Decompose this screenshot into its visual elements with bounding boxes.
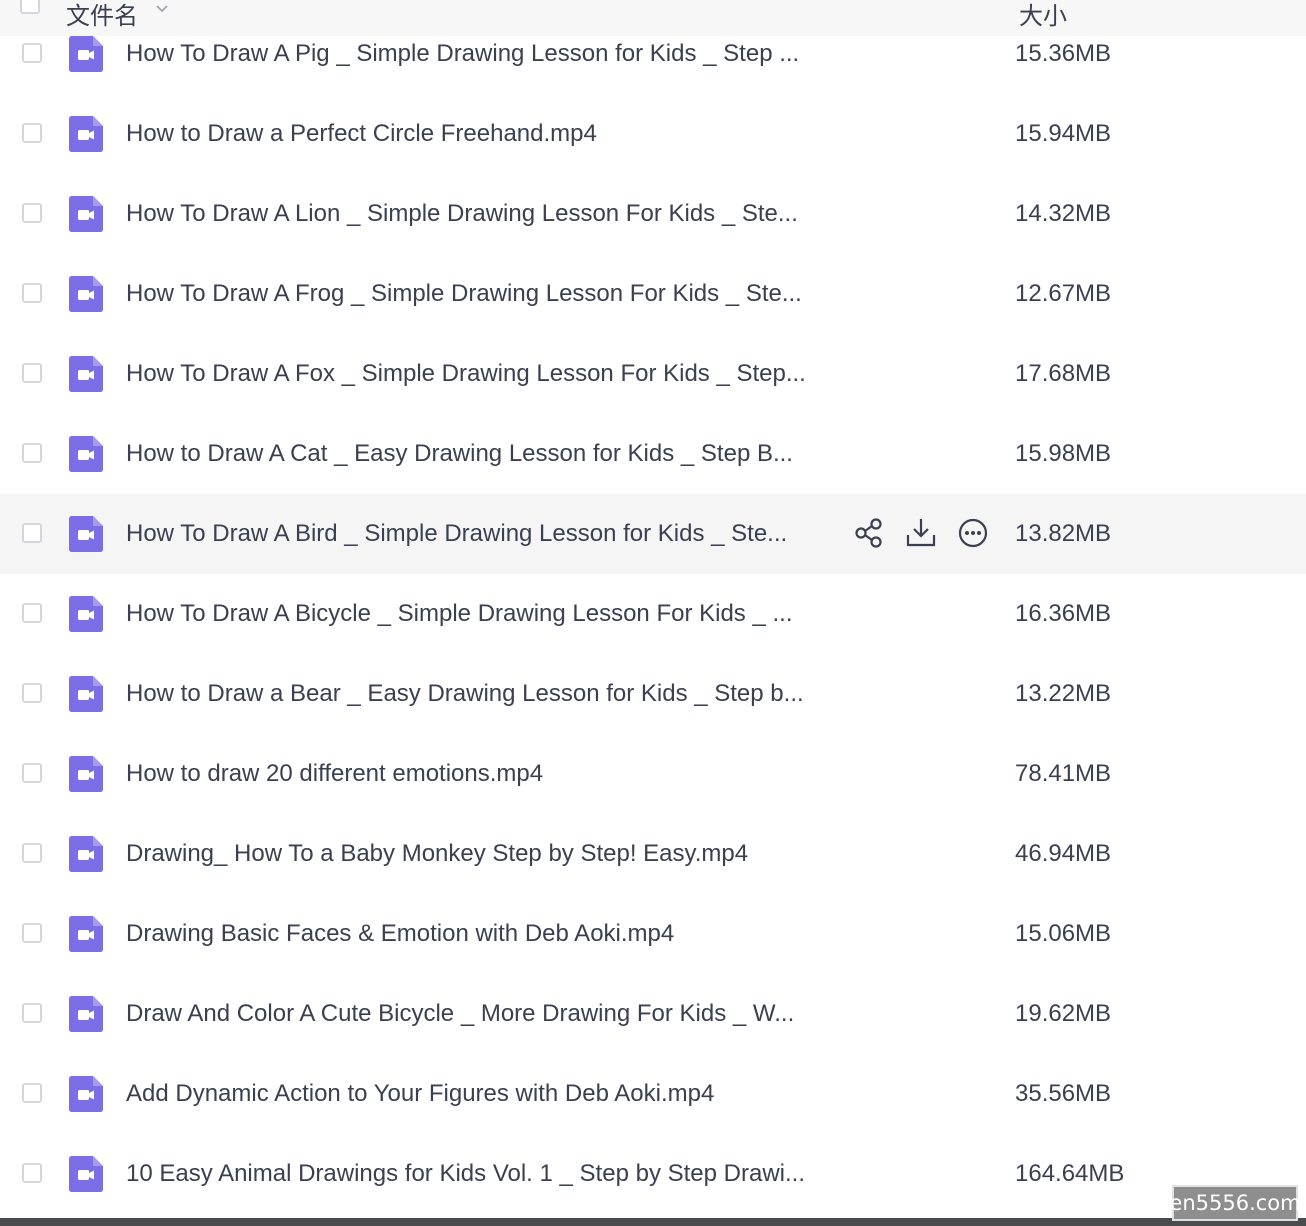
row-checkbox[interactable] <box>22 443 42 463</box>
file-size: 35.56MB <box>1015 1080 1112 1107</box>
file-size: 16.36MB <box>1015 600 1112 627</box>
row-checkbox[interactable] <box>22 43 42 63</box>
file-size: 19.62MB <box>1015 1000 1112 1027</box>
file-size: 13.22MB <box>1015 680 1112 707</box>
row-checkbox[interactable] <box>22 683 42 703</box>
file-row[interactable]: How To Draw A Pig _ Simple Drawing Lesso… <box>0 14 1306 94</box>
file-row[interactable]: Drawing Basic Faces & Emotion with Deb A… <box>0 894 1306 974</box>
chevron-down-icon[interactable] <box>156 2 168 14</box>
video-file-icon <box>69 196 103 232</box>
video-file-icon <box>69 596 103 632</box>
file-name[interactable]: Drawing_ How To a Baby Monkey Step by St… <box>126 839 748 869</box>
file-name[interactable]: How To Draw A Bicycle _ Simple Drawing L… <box>126 599 793 629</box>
more-icon[interactable] <box>956 516 990 550</box>
row-checkbox[interactable] <box>22 203 42 223</box>
file-row[interactable]: How to draw 20 different emotions.mp4 78… <box>0 734 1306 814</box>
row-checkbox[interactable] <box>22 523 42 543</box>
video-file-icon <box>69 36 103 72</box>
video-file-icon <box>69 276 103 312</box>
file-size: 46.94MB <box>1015 840 1112 867</box>
file-row[interactable]: Draw And Color A Cute Bicycle _ More Dra… <box>0 974 1306 1054</box>
row-actions <box>852 516 990 550</box>
file-name[interactable]: How To Draw A Lion _ Simple Drawing Less… <box>126 199 798 229</box>
video-file-icon <box>69 996 103 1032</box>
file-row[interactable]: Drawing_ How To a Baby Monkey Step by St… <box>0 814 1306 894</box>
file-size: 78.41MB <box>1015 760 1112 787</box>
file-list: How To Draw A Pig _ Simple Drawing Lesso… <box>0 14 1306 1214</box>
row-checkbox[interactable] <box>22 1003 42 1023</box>
file-name[interactable]: Add Dynamic Action to Your Figures with … <box>126 1079 714 1109</box>
file-name[interactable]: How to Draw a Bear _ Easy Drawing Lesson… <box>126 679 804 709</box>
video-file-icon <box>69 116 103 152</box>
file-size: 15.06MB <box>1015 920 1112 947</box>
file-name[interactable]: How to draw 20 different emotions.mp4 <box>126 759 543 789</box>
file-row[interactable]: How To Draw A Frog _ Simple Drawing Less… <box>0 254 1306 334</box>
video-file-icon <box>69 916 103 952</box>
file-row[interactable]: Add Dynamic Action to Your Figures with … <box>0 1054 1306 1134</box>
file-name[interactable]: How to Draw A Cat _ Easy Drawing Lesson … <box>126 439 793 469</box>
file-size: 13.82MB <box>1015 520 1112 547</box>
file-size: 15.36MB <box>1015 40 1112 67</box>
file-size: 15.94MB <box>1015 120 1112 147</box>
share-icon[interactable] <box>852 516 886 550</box>
download-icon[interactable] <box>904 516 938 550</box>
row-checkbox[interactable] <box>22 843 42 863</box>
row-checkbox[interactable] <box>22 283 42 303</box>
video-file-icon <box>69 756 103 792</box>
row-checkbox[interactable] <box>22 123 42 143</box>
watermark: en5556.com <box>1169 1185 1301 1221</box>
select-all-checkbox[interactable] <box>20 0 40 14</box>
file-size: 15.98MB <box>1015 440 1112 467</box>
file-row[interactable]: How to Draw a Perfect Circle Freehand.mp… <box>0 94 1306 174</box>
row-checkbox[interactable] <box>22 1163 42 1183</box>
file-size: 17.68MB <box>1015 360 1112 387</box>
video-file-icon <box>69 676 103 712</box>
row-checkbox[interactable] <box>22 603 42 623</box>
file-name[interactable]: How To Draw A Fox _ Simple Drawing Lesso… <box>126 359 806 389</box>
row-checkbox[interactable] <box>22 363 42 383</box>
file-name[interactable]: How To Draw A Pig _ Simple Drawing Lesso… <box>126 39 799 69</box>
file-row[interactable]: 10 Easy Animal Drawings for Kids Vol. 1 … <box>0 1134 1306 1214</box>
file-row[interactable]: How To Draw A Bird _ Simple Drawing Less… <box>0 494 1306 574</box>
file-row[interactable]: How to Draw A Cat _ Easy Drawing Lesson … <box>0 414 1306 494</box>
video-file-icon <box>69 356 103 392</box>
file-row[interactable]: How To Draw A Fox _ Simple Drawing Lesso… <box>0 334 1306 414</box>
file-row[interactable]: How to Draw a Bear _ Easy Drawing Lesson… <box>0 654 1306 734</box>
file-name[interactable]: How To Draw A Frog _ Simple Drawing Less… <box>126 279 802 309</box>
row-checkbox[interactable] <box>22 1083 42 1103</box>
video-file-icon <box>69 1076 103 1112</box>
file-size: 12.67MB <box>1015 280 1112 307</box>
file-size: 164.64MB <box>1015 1160 1125 1187</box>
video-file-icon <box>69 836 103 872</box>
video-file-icon <box>69 516 103 552</box>
row-checkbox[interactable] <box>22 763 42 783</box>
row-checkbox[interactable] <box>22 923 42 943</box>
bottom-bar <box>0 1218 1306 1226</box>
file-name[interactable]: How to Draw a Perfect Circle Freehand.mp… <box>126 119 597 149</box>
file-name[interactable]: Drawing Basic Faces & Emotion with Deb A… <box>126 919 674 949</box>
video-file-icon <box>69 1156 103 1192</box>
file-row[interactable]: How To Draw A Bicycle _ Simple Drawing L… <box>0 574 1306 654</box>
video-file-icon <box>69 436 103 472</box>
file-name[interactable]: Draw And Color A Cute Bicycle _ More Dra… <box>126 999 794 1029</box>
file-size: 14.32MB <box>1015 200 1112 227</box>
file-name[interactable]: 10 Easy Animal Drawings for Kids Vol. 1 … <box>126 1159 805 1189</box>
file-name[interactable]: How To Draw A Bird _ Simple Drawing Less… <box>126 519 787 549</box>
file-row[interactable]: How To Draw A Lion _ Simple Drawing Less… <box>0 174 1306 254</box>
